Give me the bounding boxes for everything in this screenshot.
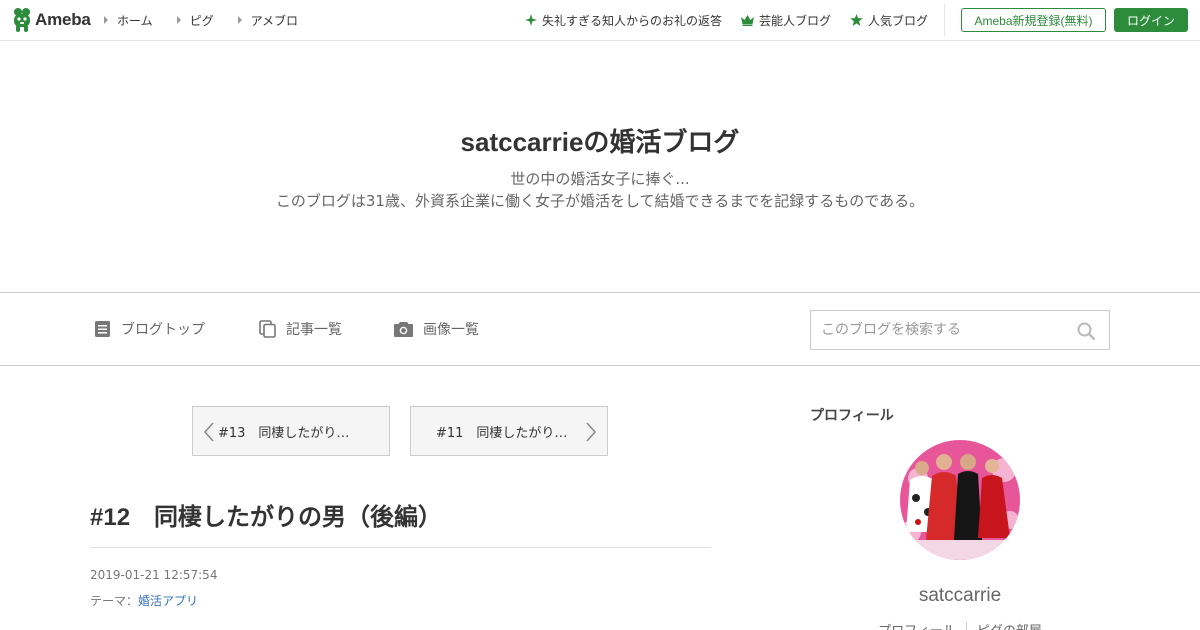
nav-item-label: アメブロ [250, 13, 299, 28]
login-button[interactable]: ログイン [1114, 8, 1188, 32]
prev-entry-button[interactable]: #13 同棲したがり… [192, 406, 390, 456]
header-link-celebrity[interactable]: 芸能人ブログ [740, 12, 831, 29]
entry-divider [90, 547, 711, 548]
nav-item-ameblo[interactable]: アメブロ [237, 12, 299, 29]
header-links: 失礼すぎる知人からのお礼の返答 芸能人ブログ 人気ブログ [506, 0, 928, 40]
header-link-label: 失礼すぎる知人からのお礼の返答 [541, 13, 722, 28]
nav-item-label: ピグ [189, 13, 214, 28]
blog-search [810, 310, 1110, 350]
blog-nav-entries[interactable]: 記事一覧 [259, 293, 342, 365]
blog-nav-label: 画像一覧 [423, 322, 479, 338]
blog-nav-label: 記事一覧 [286, 322, 342, 338]
profile-heading: プロフィール [810, 408, 894, 424]
profile-links: プロフィール ピグの部屋 [810, 620, 1110, 630]
chevron-left-icon [203, 422, 214, 442]
nav-item-pigg[interactable]: ピグ [176, 12, 214, 29]
next-entry-label: #11 同棲したがり… [436, 425, 568, 441]
header-link-label: 人気ブログ [867, 13, 928, 28]
star-icon [850, 14, 863, 26]
entry-date: 2019-01-21 12:57:54 [90, 568, 218, 582]
camera-icon [394, 322, 413, 337]
profile-name[interactable]: satccarrie [810, 585, 1110, 607]
avatar[interactable] [900, 440, 1020, 560]
next-entry-button[interactable]: #11 同棲したがり… [410, 406, 608, 456]
header-link-popular[interactable]: 人気ブログ [850, 12, 928, 29]
global-nav: ホーム ピグ アメブロ [104, 0, 322, 40]
entry-theme: テーマ：婚活アプリ [90, 592, 198, 609]
header-link-label: 芸能人ブログ [758, 13, 831, 28]
triangle-right-icon [237, 16, 242, 24]
blog-description: 世の中の婚活女子に捧ぐ... このブログは31歳、外資系企業に働く女子が婚活をし… [0, 168, 1200, 212]
chevron-right-icon [586, 422, 597, 442]
nav-item-label: ホーム [117, 13, 153, 28]
entry-theme-link[interactable]: 婚活アプリ [138, 594, 198, 608]
blog-nav-label: ブログトップ [121, 322, 205, 338]
search-icon[interactable] [1077, 322, 1095, 340]
entry-theme-prefix: テーマ： [90, 594, 139, 608]
document-icon [95, 321, 110, 337]
profile-link[interactable]: プロフィール [868, 620, 966, 630]
ameba-logo[interactable]: Ameba [11, 7, 91, 33]
blog-nav: ブログトップ 記事一覧 画像一覧 [0, 292, 1200, 366]
ameba-mascot-icon [14, 8, 30, 32]
header-divider [944, 4, 945, 36]
header-link-featured[interactable]: 失礼すぎる知人からのお礼の返答 [524, 12, 722, 29]
copy-icon [259, 320, 276, 338]
blog-header: satccarrieの婚活ブログ 世の中の婚活女子に捧ぐ... このブログは31… [0, 41, 1200, 293]
pigg-room-link[interactable]: ピグの部屋 [967, 620, 1052, 630]
entry-title: #12 同棲したがりの男（後編） [90, 504, 443, 531]
prev-entry-label: #13 同棲したがり… [218, 425, 350, 441]
blog-description-line: このブログは31歳、外資系企業に働く女子が婚活をして結婚できるまでを記録するもの… [275, 192, 925, 210]
global-header: Ameba ホーム ピグ アメブロ 失礼すぎる知人からのお礼の返答 芸能人ブログ… [0, 0, 1200, 41]
profile-photo [900, 440, 1020, 560]
blog-description-line: 世の中の婚活女子に捧ぐ... [510, 170, 690, 188]
blog-search-input[interactable] [811, 311, 1061, 349]
triangle-right-icon [104, 16, 108, 24]
blog-nav-images[interactable]: 画像一覧 [394, 293, 479, 365]
crown-icon [740, 14, 754, 26]
nav-item-home[interactable]: ホーム [104, 12, 153, 29]
sparkle-icon [524, 14, 537, 26]
logo-text: Ameba [35, 10, 91, 29]
blog-title[interactable]: satccarrieの婚活ブログ [0, 122, 1200, 159]
triangle-right-icon [176, 16, 181, 24]
register-button[interactable]: Ameba新規登録(無料) [961, 8, 1106, 32]
blog-nav-top[interactable]: ブログトップ [94, 293, 205, 365]
